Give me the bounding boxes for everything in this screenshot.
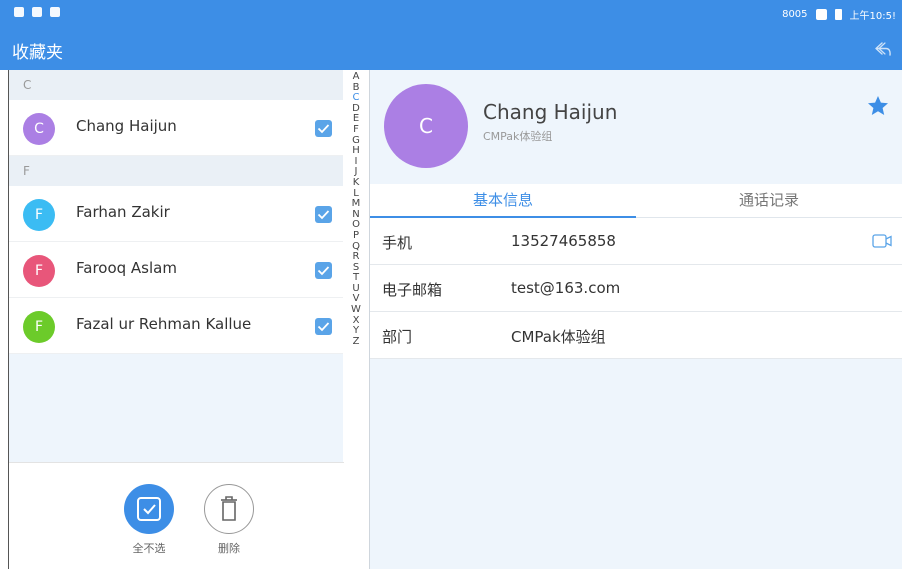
check-icon (317, 124, 330, 134)
contact-name: Chang Haijun (76, 117, 177, 135)
list-item[interactable]: C Chang Haijun (9, 100, 343, 156)
profile-header: C Chang Haijun CMPak体验组 (370, 70, 902, 184)
alphabet-letter[interactable]: P (343, 230, 369, 242)
checkbox[interactable] (315, 120, 332, 137)
status-time: 上午10:5! (849, 11, 896, 22)
share-icon[interactable] (874, 41, 892, 57)
delete-button[interactable] (204, 484, 254, 534)
status-left-icons (14, 7, 60, 17)
check-icon (317, 210, 330, 220)
contact-name-title: Chang Haijun (483, 100, 618, 124)
status-bar: 8005 上午10:5! (0, 0, 902, 28)
field-label: 电子邮箱 (382, 281, 443, 299)
trash-icon (220, 495, 237, 521)
field-row-phone: 手机 13527465858 (370, 218, 902, 265)
avatar: F (23, 311, 55, 343)
avatar: C (23, 113, 55, 145)
checkbox[interactable] (315, 318, 332, 335)
status-text: 8005 (782, 9, 808, 20)
check-icon (317, 322, 330, 332)
section-header: C (9, 70, 343, 100)
list-item[interactable]: F Farhan Zakir (9, 186, 343, 242)
alphabet-index[interactable]: ABCDEFGHIJKLMNOPQRSTUVWXYZ (343, 71, 369, 464)
avatar: F (23, 255, 55, 287)
status-right: 8005 上午10:5! (782, 7, 896, 22)
alphabet-letter[interactable]: K (343, 177, 369, 189)
dept-value: CMPak体验组 (511, 328, 606, 346)
avatar: F (23, 199, 55, 231)
selection-toolbar: 全不选 删除 (9, 462, 344, 569)
contact-name: Farooq Aslam (76, 259, 177, 277)
delete-label: 删除 (218, 542, 240, 555)
tab-call-log[interactable]: 通话记录 (636, 184, 902, 218)
signal-icon (815, 9, 827, 20)
wifi-icon (32, 7, 42, 17)
app-bar: 收藏夹 (0, 28, 902, 70)
section-header: F (9, 156, 343, 186)
list-item[interactable]: F Farooq Aslam (9, 242, 343, 298)
contact-list-pane: C C Chang Haijun F F Farhan Zakir F Farooq Asla… (8, 70, 344, 569)
alphabet-letter[interactable]: Z (343, 336, 369, 348)
field-label: 部门 (382, 328, 413, 346)
phone-value[interactable]: 13527465858 (511, 232, 616, 250)
checkbox[interactable] (315, 206, 332, 223)
video-call-icon[interactable] (872, 234, 892, 248)
select-none-button[interactable] (124, 484, 174, 534)
detail-tabs: 基本信息 通话记录 (370, 184, 902, 218)
battery-icon (834, 9, 842, 20)
checkbox-icon (137, 497, 161, 521)
star-icon[interactable] (866, 94, 890, 118)
email-value[interactable]: test@163.com (511, 279, 620, 297)
field-label: 手机 (382, 234, 413, 252)
avatar-large: C (384, 84, 468, 168)
select-none-label: 全不选 (132, 542, 166, 555)
alphabet-letter[interactable]: A (343, 71, 369, 83)
list-item[interactable]: F Fazal ur Rehman Kallue (9, 298, 343, 354)
check-icon (317, 266, 330, 276)
contact-detail-pane: C Chang Haijun CMPak体验组 基本信息 通话记录 手机 135… (370, 70, 902, 569)
contact-name: Farhan Zakir (76, 203, 170, 221)
tab-basic-info[interactable]: 基本信息 (370, 184, 636, 218)
checkbox[interactable] (315, 262, 332, 279)
message-icon (50, 7, 60, 17)
contact-name: Fazal ur Rehman Kallue (76, 315, 252, 333)
alphabet-letter[interactable]: F (343, 124, 369, 136)
page-title: 收藏夹 (12, 43, 63, 63)
contact-list: C C Chang Haijun F F Farhan Zakir F Farooq Asla… (9, 70, 343, 354)
field-row-email: 电子邮箱 test@163.com (370, 265, 902, 312)
field-row-dept: 部门 CMPak体验组 (370, 312, 902, 359)
notification-icon (14, 7, 24, 17)
contact-dept-subtitle: CMPak体验组 (483, 130, 553, 143)
